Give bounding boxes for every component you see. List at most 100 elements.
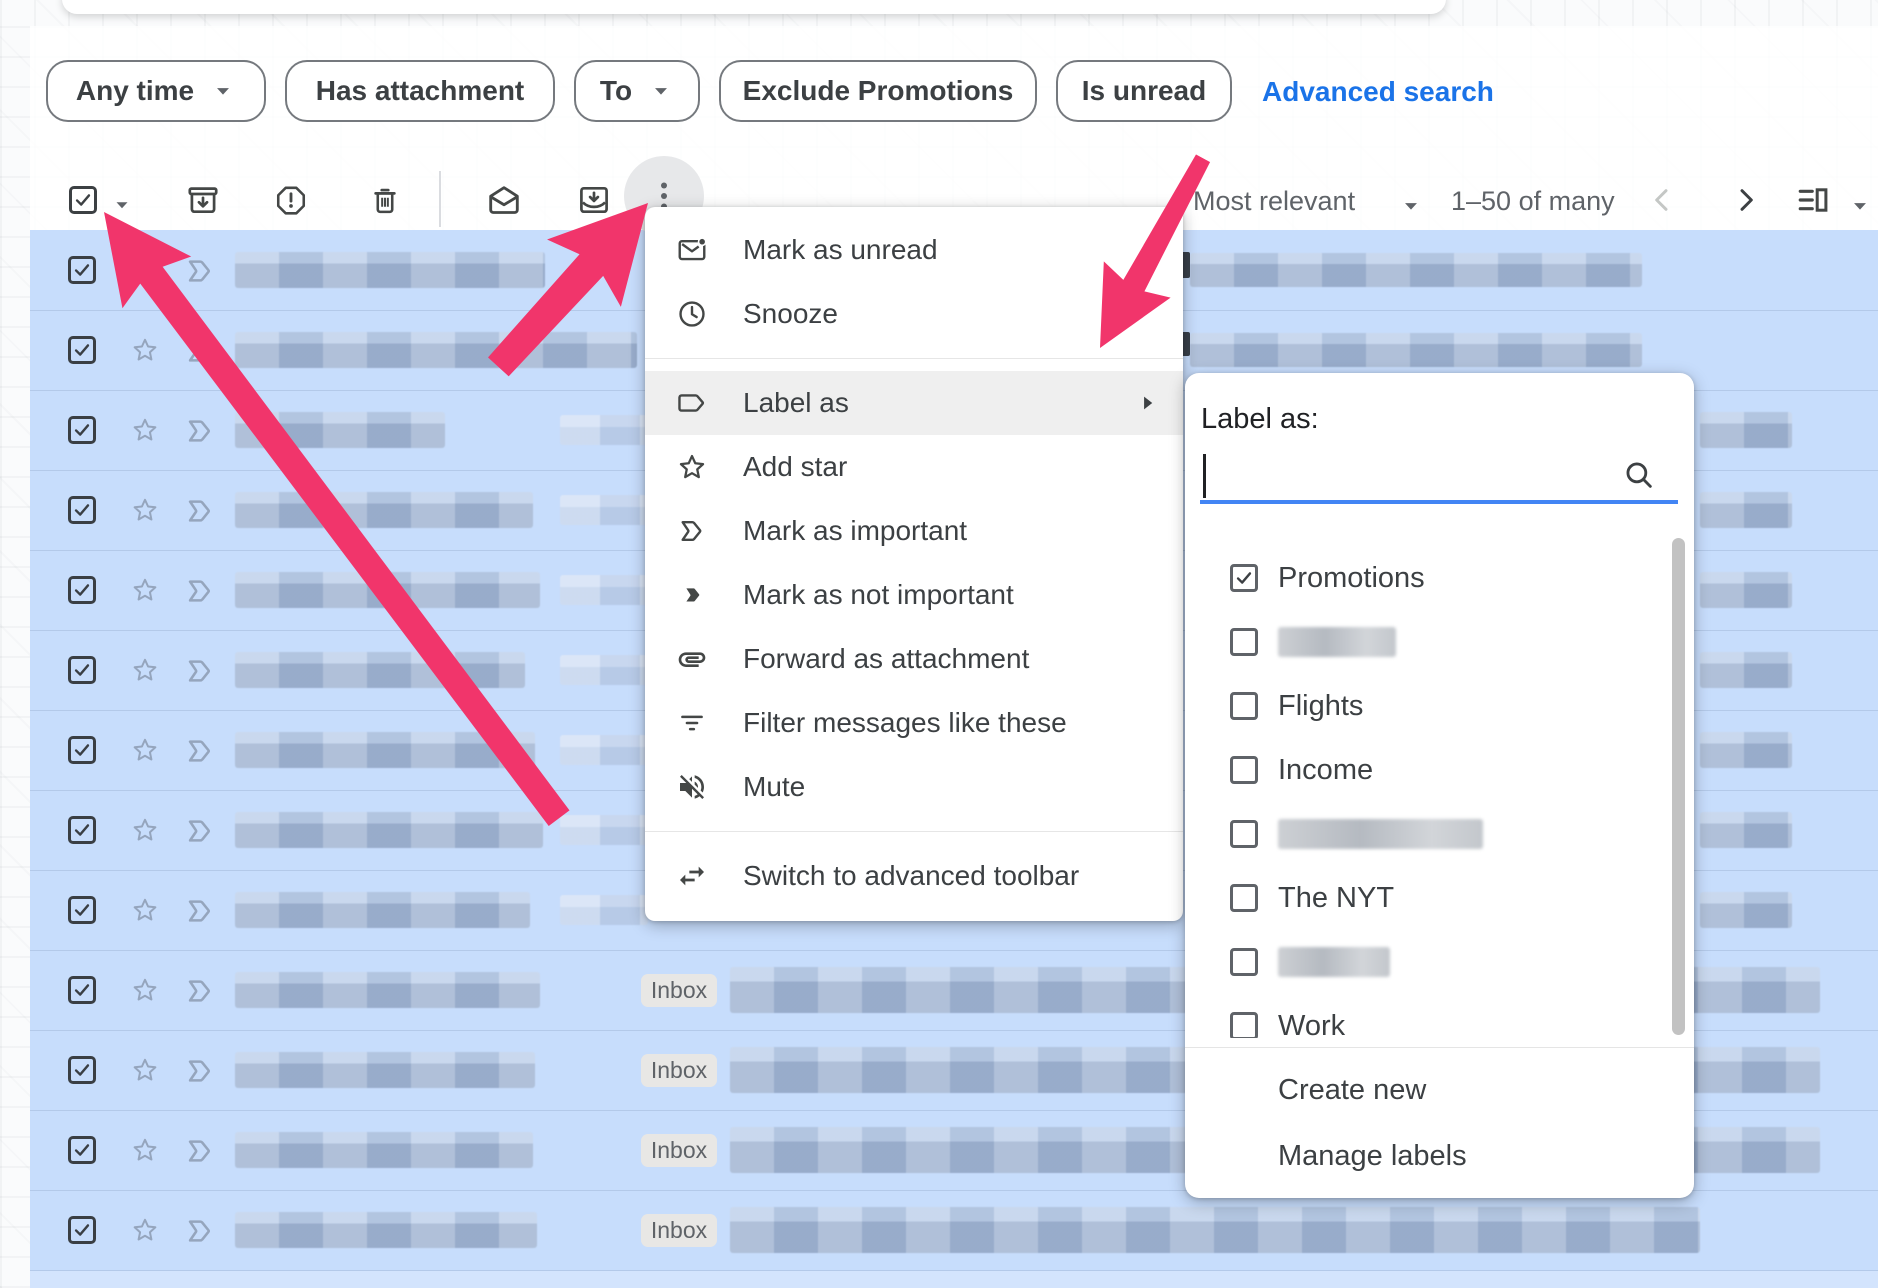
star-icon[interactable]	[130, 1215, 160, 1245]
filter-chip-to[interactable]: To	[574, 60, 700, 122]
inbox-label-chip: Inbox	[641, 1134, 717, 1167]
importance-marker-icon[interactable]	[183, 814, 217, 848]
row-checkbox[interactable]	[68, 656, 96, 684]
row-checkbox[interactable]	[68, 1216, 96, 1244]
menu-item-mark-as-not-important[interactable]: Mark as not important	[645, 563, 1183, 627]
importance-marker-icon[interactable]	[183, 414, 217, 448]
manage-labels-button[interactable]: Manage labels	[1185, 1124, 1694, 1188]
menu-item-filter-messages-like-these[interactable]: Filter messages like these	[645, 691, 1183, 755]
label-option-name: Work	[1278, 1010, 1345, 1039]
advanced-search-link[interactable]: Advanced search	[1262, 76, 1494, 108]
label-option-the-nyt[interactable]: The NYT	[1185, 866, 1665, 930]
label-list-scrollbar[interactable]	[1672, 538, 1685, 1035]
row-checkbox[interactable]	[68, 416, 96, 444]
importance-marker-icon[interactable]	[183, 654, 217, 688]
redacted-label-blur	[1278, 819, 1483, 849]
importance-marker-icon[interactable]	[183, 894, 217, 928]
mark-read-icon[interactable]	[485, 181, 523, 219]
menu-item-snooze[interactable]: Snooze	[645, 282, 1183, 346]
row-checkbox[interactable]	[68, 1056, 96, 1084]
checkbox-unchecked[interactable]	[1230, 628, 1258, 656]
star-icon[interactable]	[130, 415, 160, 445]
row-checkbox[interactable]	[68, 336, 96, 364]
checkbox-unchecked[interactable]	[1230, 1012, 1258, 1038]
menu-item-label-as[interactable]: Label as	[645, 371, 1183, 435]
redacted-text-blur	[235, 1212, 537, 1248]
redacted-text-blur	[730, 1207, 1700, 1253]
label-option-income[interactable]: Income	[1185, 738, 1665, 802]
menu-item-mute[interactable]: Mute	[645, 755, 1183, 819]
checkbox-unchecked[interactable]	[1230, 884, 1258, 912]
split-view-icon[interactable]	[1795, 182, 1831, 218]
menu-item-mark-as-important[interactable]: Mark as important	[645, 499, 1183, 563]
menu-item-label: Mark as unread	[743, 234, 938, 266]
filter-chip-exclude-promotions[interactable]: Exclude Promotions	[719, 60, 1037, 122]
label-option-name: Income	[1278, 754, 1373, 787]
star-icon[interactable]	[130, 735, 160, 765]
row-checkbox[interactable]	[68, 576, 96, 604]
row-checkbox[interactable]	[68, 896, 96, 924]
importance-marker-icon[interactable]	[183, 974, 217, 1008]
menu-item-mark-as-unread[interactable]: Mark as unread	[645, 218, 1183, 282]
menu-item-forward-as-attachment[interactable]: Forward as attachment	[645, 627, 1183, 691]
add-star-icon	[676, 451, 708, 483]
row-checkbox[interactable]	[68, 816, 96, 844]
redacted-text-blur	[560, 895, 648, 925]
sort-caret-icon[interactable]	[1398, 193, 1424, 219]
importance-marker-icon[interactable]	[183, 734, 217, 768]
checkbox-unchecked[interactable]	[1230, 692, 1258, 720]
move-to-icon[interactable]	[576, 182, 612, 218]
star-icon[interactable]	[130, 1135, 160, 1165]
star-icon[interactable]	[130, 895, 160, 925]
star-icon[interactable]	[130, 335, 160, 365]
split-view-caret-icon[interactable]	[1847, 193, 1873, 219]
importance-marker-icon[interactable]	[183, 494, 217, 528]
star-icon[interactable]	[130, 575, 160, 605]
checkbox-checked[interactable]	[1230, 564, 1258, 592]
checkbox-unchecked[interactable]	[1230, 948, 1258, 976]
importance-marker-icon[interactable]	[183, 334, 217, 368]
select-all-checkbox[interactable]	[69, 186, 97, 214]
report-spam-icon[interactable]	[274, 183, 308, 217]
chevron-right-icon[interactable]	[1730, 184, 1762, 216]
star-icon[interactable]	[130, 975, 160, 1005]
star-icon[interactable]	[130, 255, 160, 285]
checkbox-unchecked[interactable]	[1230, 756, 1258, 784]
row-checkbox[interactable]	[68, 496, 96, 524]
label-option-flights[interactable]: Flights	[1185, 674, 1665, 738]
star-icon[interactable]	[130, 815, 160, 845]
row-checkbox[interactable]	[68, 256, 96, 284]
star-icon[interactable]	[130, 1055, 160, 1085]
delete-icon[interactable]	[368, 183, 402, 217]
menu-item-add-star[interactable]: Add star	[645, 435, 1183, 499]
checkbox-unchecked[interactable]	[1230, 820, 1258, 848]
sort-dropdown[interactable]: Most relevant	[1193, 186, 1355, 217]
importance-marker-icon[interactable]	[183, 1054, 217, 1088]
redacted-text-blur	[1700, 572, 1792, 608]
importance-marker-icon[interactable]	[183, 1214, 217, 1248]
row-checkbox[interactable]	[68, 976, 96, 1004]
create-new-label-button[interactable]: Create new	[1185, 1058, 1694, 1122]
select-caret-icon[interactable]	[110, 193, 134, 217]
label-option-redacted[interactable]	[1185, 930, 1665, 994]
importance-marker-icon[interactable]	[183, 1134, 217, 1168]
menu-item-switch-to-advanced-toolbar[interactable]: Switch to advanced toolbar	[645, 844, 1183, 908]
star-icon[interactable]	[130, 655, 160, 685]
star-icon[interactable]	[130, 495, 160, 525]
label-panel-divider	[1185, 1047, 1694, 1048]
archive-icon[interactable]	[185, 182, 221, 218]
label-option-promotions[interactable]: Promotions	[1185, 546, 1665, 610]
importance-marker-icon[interactable]	[183, 254, 217, 288]
email-row[interactable]: Inbox	[30, 1190, 1878, 1270]
redacted-text-blur	[1700, 652, 1792, 688]
label-option-redacted[interactable]	[1185, 610, 1665, 674]
importance-marker-icon[interactable]	[183, 574, 217, 608]
filter-chip-is-unread[interactable]: Is unread	[1056, 60, 1232, 122]
filter-chip-has-attachment[interactable]: Has attachment	[285, 60, 555, 122]
row-checkbox[interactable]	[68, 736, 96, 764]
label-option-work[interactable]: Work	[1185, 994, 1665, 1038]
label-search-input[interactable]	[1200, 450, 1678, 500]
row-checkbox[interactable]	[68, 1136, 96, 1164]
filter-chip-any-time[interactable]: Any time	[46, 60, 266, 122]
label-option-redacted[interactable]	[1185, 802, 1665, 866]
